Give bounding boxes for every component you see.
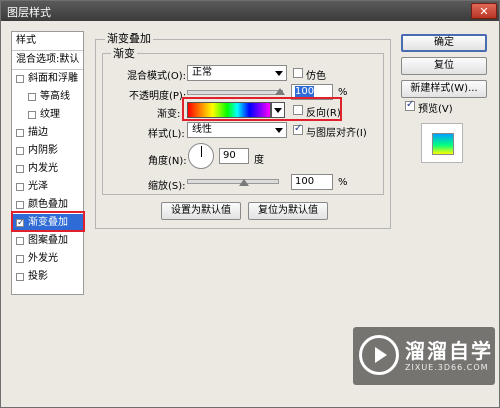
checkbox[interactable] (16, 165, 24, 173)
checkbox[interactable] (16, 75, 24, 83)
angle-unit: 度 (254, 155, 264, 166)
align-with-layer-checkbox[interactable] (293, 123, 303, 135)
checkbox[interactable] (16, 273, 24, 281)
styles-header[interactable]: 样式 (12, 32, 83, 50)
style-item-pattern-overlay[interactable]: 图案叠加 (12, 232, 83, 250)
checkbox[interactable] (16, 255, 24, 263)
checkbox[interactable] (16, 237, 24, 245)
blend-mode-select[interactable]: 正常 (187, 65, 287, 81)
highlight-box (11, 211, 85, 232)
checkbox[interactable] (16, 147, 24, 155)
title-bar[interactable]: 图层样式 ✕ (1, 1, 499, 21)
style-item-satin[interactable]: 光泽 (12, 178, 83, 196)
style-select[interactable]: 线性 (187, 122, 287, 138)
style-label: 样式(L): (148, 129, 185, 140)
opacity-label: 不透明度(P): (129, 91, 187, 102)
angle-input[interactable]: 90 (219, 148, 249, 164)
new-style-button[interactable]: 新建样式(W)... (401, 80, 487, 98)
scale-input[interactable]: 100 (291, 174, 333, 190)
checkbox[interactable] (28, 93, 36, 101)
subsection-title: 渐变 (111, 45, 137, 61)
play-logo-icon (359, 335, 399, 375)
style-item-inner-shadow[interactable]: 内阴影 (12, 142, 83, 160)
styles-list: 样式 混合选项:默认 斜面和浮雕 等高线 纹理 描边 内阴影 内发光 光泽 颜色… (11, 31, 84, 295)
chevron-down-icon (275, 71, 283, 76)
reset-button[interactable]: 复位 (401, 57, 487, 75)
checkbox[interactable] (16, 183, 24, 191)
watermark-url: ZIXUE.3D66.COM (405, 363, 489, 372)
gradient-label: 渐变: (157, 109, 181, 120)
dither-label: 仿色 (306, 71, 326, 82)
highlight-box (182, 97, 342, 121)
scale-slider-thumb[interactable] (239, 179, 249, 186)
layer-style-dialog: 图层样式 ✕ 样式 混合选项:默认 斜面和浮雕 等高线 纹理 描边 内阴影 内发… (0, 0, 500, 408)
ok-button[interactable]: 确定 (401, 34, 487, 52)
style-preview-thumbnail (421, 123, 463, 163)
style-item-bevel-emboss[interactable]: 斜面和浮雕 (12, 70, 83, 88)
style-item-inner-glow[interactable]: 内发光 (12, 160, 83, 178)
style-item-texture[interactable]: 纹理 (12, 106, 83, 124)
watermark: 溜溜自学 ZIXUE.3D66.COM (353, 327, 495, 385)
close-icon[interactable]: ✕ (471, 3, 497, 19)
scale-slider-track[interactable] (187, 179, 279, 184)
checkbox[interactable] (28, 111, 36, 119)
blend-mode-label: 混合模式(O): (127, 71, 187, 82)
window-title: 图层样式 (7, 6, 51, 19)
preview-checkbox[interactable] (405, 99, 415, 111)
angle-label: 角度(N): (148, 156, 187, 167)
style-item-contour[interactable]: 等高线 (12, 88, 83, 106)
opacity-slider-track[interactable] (187, 90, 283, 95)
scale-unit: % (338, 177, 348, 188)
section-title: 渐变叠加 (105, 30, 153, 46)
dither-checkbox[interactable] (293, 68, 303, 78)
angle-dial[interactable] (188, 143, 214, 169)
align-with-layer-label: 与图层对齐(I) (306, 128, 367, 139)
reset-default-button[interactable]: 复位为默认值 (248, 202, 328, 220)
style-item-stroke[interactable]: 描边 (12, 124, 83, 142)
style-item-drop-shadow[interactable]: 投影 (12, 268, 83, 286)
preview-label: 预览(V) (418, 104, 453, 115)
opacity-slider-thumb[interactable] (275, 88, 285, 95)
set-default-button[interactable]: 设置为默认值 (161, 202, 241, 220)
chevron-down-icon (275, 128, 283, 133)
checkbox[interactable] (16, 129, 24, 137)
scale-label: 缩放(S): (148, 181, 186, 192)
watermark-title: 溜溜自学 (405, 339, 493, 363)
checkbox[interactable] (16, 201, 24, 209)
blend-options-item[interactable]: 混合选项:默认 (12, 51, 83, 69)
style-item-outer-glow[interactable]: 外发光 (12, 250, 83, 268)
